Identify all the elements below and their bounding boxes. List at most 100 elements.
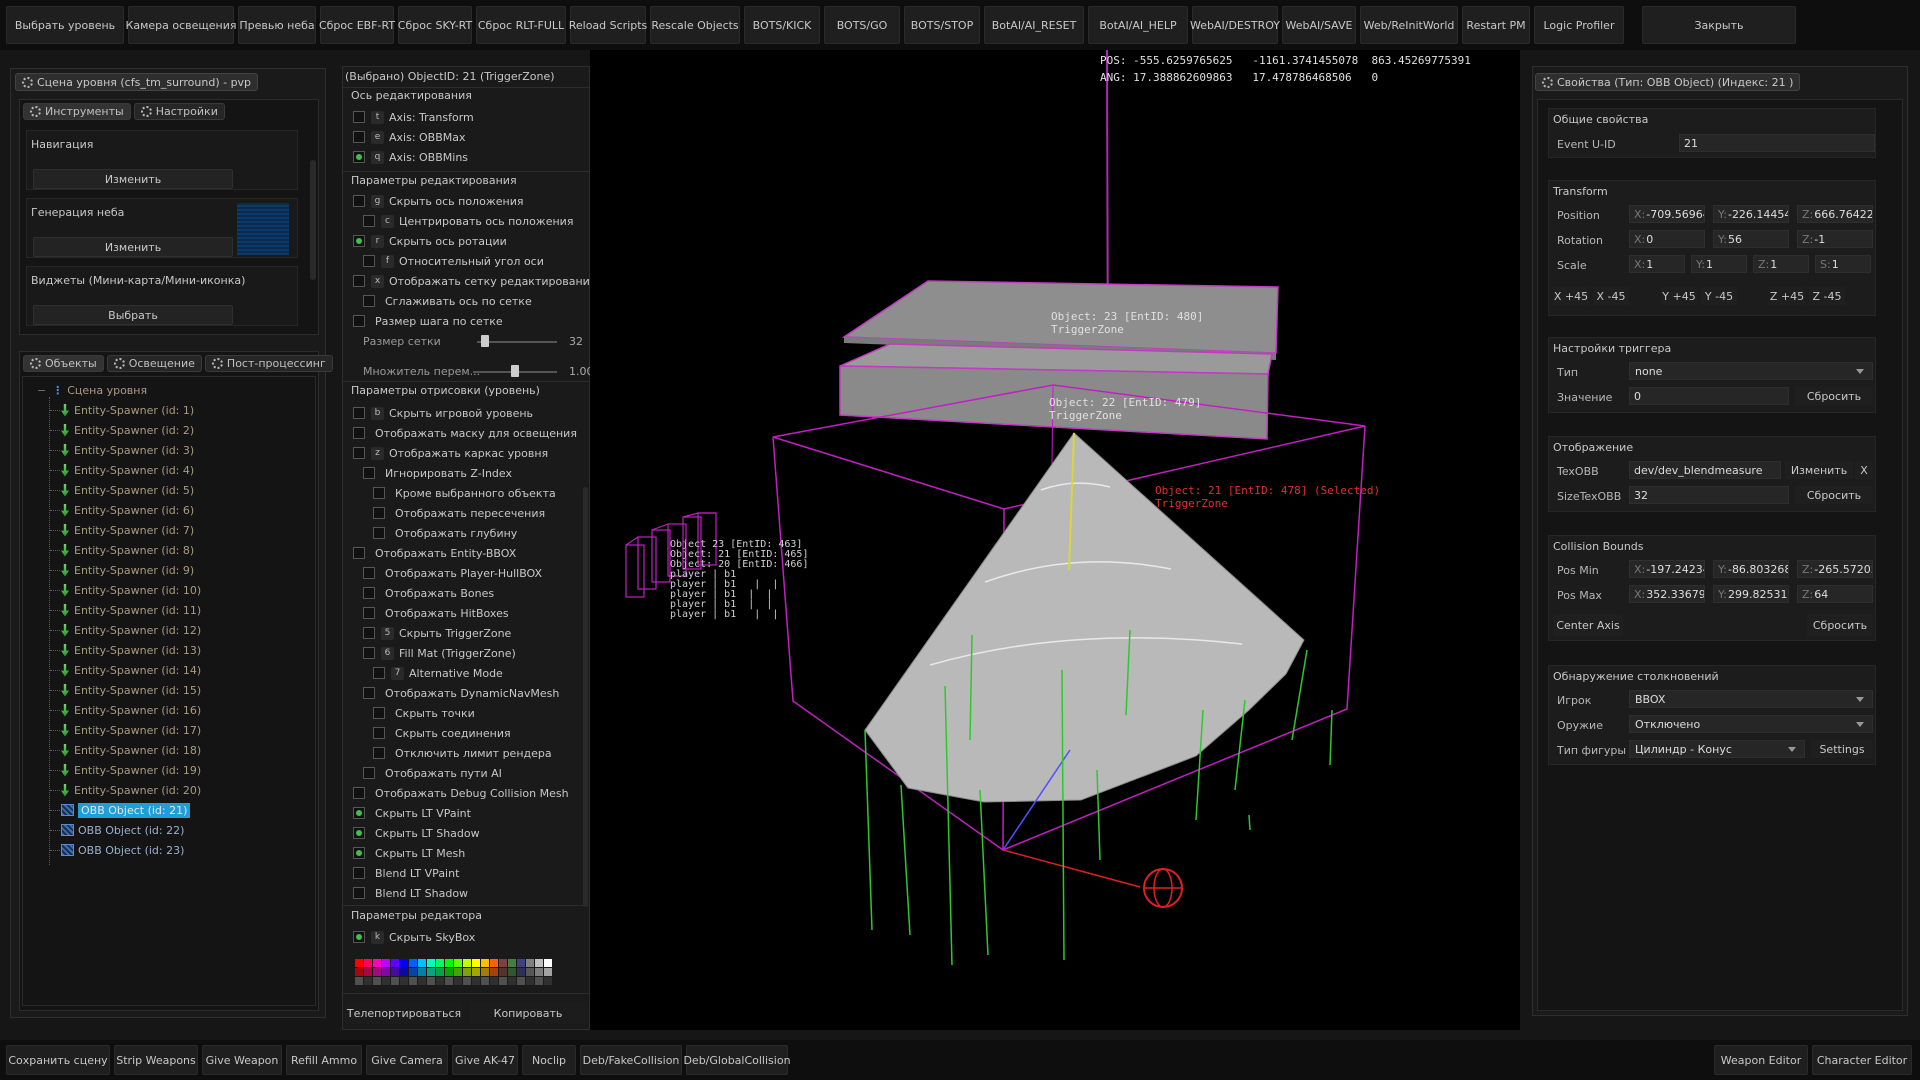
- tree-item-entity-spawner[interactable]: Entity-Spawner (id: 1): [61, 401, 194, 419]
- palette-swatch[interactable]: [373, 968, 381, 976]
- checkbox[interactable]: [353, 235, 365, 247]
- checkbox[interactable]: [353, 275, 365, 287]
- toolbar-button-камера-освещения[interactable]: Камера освещения: [126, 6, 236, 44]
- close-button[interactable]: Закрыть: [1642, 6, 1796, 44]
- tree-item-obb-object[interactable]: OBB Object (id: 23): [61, 841, 184, 859]
- option-fill-mat-triggerzone[interactable]: 6 Fill Mat (TriggerZone): [363, 645, 516, 661]
- toolbar-button-webai-save[interactable]: WebAI/SAVE: [1282, 6, 1356, 44]
- palette-swatch[interactable]: [409, 959, 417, 967]
- toolbar-button-webai-destroy[interactable]: WebAI/DESTROY: [1190, 6, 1280, 44]
- toolbar-button-сброс-ebf-rt[interactable]: Сброс EBF-RT: [319, 6, 395, 44]
- palette-swatch[interactable]: [490, 959, 498, 967]
- toolbar-button-выбрать-уровень[interactable]: Выбрать уровень: [6, 6, 124, 44]
- tree-item-entity-spawner[interactable]: Entity-Spawner (id: 2): [61, 421, 194, 439]
- multiplier-slider-thumb[interactable]: [511, 365, 519, 377]
- checkbox[interactable]: [363, 567, 375, 579]
- palette-swatch[interactable]: [490, 968, 498, 976]
- option-размер-шага-по-сетке[interactable]: Размер шага по сетке: [353, 313, 503, 329]
- tab-tools[interactable]: Инструменты: [23, 103, 131, 120]
- bottom-button-deb-fakecollision[interactable]: Deb/FakeCollision: [580, 1045, 682, 1075]
- palette-swatch[interactable]: [364, 968, 372, 976]
- checkbox[interactable]: [353, 847, 365, 859]
- option-отображать-сетку-редактирования[interactable]: x Отображать сетку редактирования: [353, 273, 596, 289]
- center-axis-button[interactable]: Center Axis: [1553, 614, 1623, 636]
- bottom-button-character-editor[interactable]: Character Editor: [1812, 1045, 1912, 1075]
- option-относительный-угол-оси[interactable]: f Относительный угол оси: [363, 253, 544, 269]
- tex-obb-field[interactable]: dev/dev_blendmeasure: [1629, 461, 1781, 479]
- pos-max-x-field[interactable]: X:352.336791: [1629, 585, 1705, 603]
- checkbox[interactable]: [363, 587, 375, 599]
- tex-obb-change-button[interactable]: Изменить: [1785, 461, 1853, 479]
- palette-swatch[interactable]: [481, 968, 489, 976]
- checkbox[interactable]: [363, 607, 375, 619]
- option-отключить-лимит-рендера[interactable]: Отключить лимит рендера: [373, 745, 552, 761]
- checkbox[interactable]: [353, 827, 365, 839]
- rotation-y-field[interactable]: Y: 56: [1713, 230, 1789, 248]
- tree-item-obb-object[interactable]: OBB Object (id: 22): [61, 821, 184, 839]
- palette-swatch[interactable]: [472, 968, 480, 976]
- size-reset-button[interactable]: Сбросить: [1795, 486, 1873, 504]
- bottom-button-refill-ammo[interactable]: Refill Ammo: [286, 1045, 362, 1075]
- palette-swatch[interactable]: [463, 959, 471, 967]
- palette-swatch[interactable]: [427, 968, 435, 976]
- toolbar-button-restart-pm[interactable]: Restart PM: [1462, 6, 1530, 44]
- tree-item-entity-spawner[interactable]: Entity-Spawner (id: 18): [61, 741, 201, 759]
- bottom-button-strip-weapons[interactable]: Strip Weapons: [114, 1045, 198, 1075]
- option-скрыть-ось-положения[interactable]: g Скрыть ось положения: [353, 193, 523, 209]
- tree-item-entity-spawner[interactable]: Entity-Spawner (id: 19): [61, 761, 201, 779]
- palette-swatch[interactable]: [508, 968, 516, 976]
- tree-item-entity-spawner[interactable]: Entity-Spawner (id: 6): [61, 501, 194, 519]
- option-отображать-entity-bbox[interactable]: Отображать Entity-BBOX: [353, 545, 516, 561]
- palette-swatch[interactable]: [535, 959, 543, 967]
- toolbar-button-bots-kick[interactable]: BOTS/KICK: [744, 6, 820, 44]
- toolbar-button-bots-go[interactable]: BOTS/GO: [824, 6, 900, 44]
- shape-settings-button[interactable]: Settings: [1811, 740, 1873, 758]
- bottom-button-сохранить-сцену[interactable]: Сохранить сцену: [6, 1045, 110, 1075]
- toolbar-button-reload-scripts[interactable]: Reload Scripts: [569, 6, 647, 44]
- trigger-type-dropdown[interactable]: none: [1629, 362, 1873, 380]
- checkbox[interactable]: [373, 527, 385, 539]
- checkbox[interactable]: [353, 547, 365, 559]
- shape-type-dropdown[interactable]: Цилиндр - Конус: [1629, 740, 1805, 758]
- toolbar-button-rescale-objects[interactable]: Rescale Objects: [650, 6, 740, 44]
- palette-swatch[interactable]: [499, 968, 507, 976]
- palette-swatch[interactable]: [382, 977, 390, 985]
- palette-swatch[interactable]: [517, 959, 525, 967]
- palette-swatch[interactable]: [436, 959, 444, 967]
- bottom-button-give-camera[interactable]: Give Camera: [366, 1045, 448, 1075]
- bottom-button-give-weapon[interactable]: Give Weapon: [202, 1045, 282, 1075]
- option-центрировать-ось-положения[interactable]: c Центрировать ось положения: [363, 213, 573, 229]
- palette-swatch[interactable]: [364, 977, 372, 985]
- tab-lighting[interactable]: Освещение: [106, 355, 202, 372]
- option-кроме-выбранного-объекта[interactable]: Кроме выбранного объекта: [373, 485, 556, 501]
- option-отображать-debug-collision-mesh[interactable]: Отображать Debug Collision Mesh: [353, 785, 569, 801]
- palette-swatch[interactable]: [490, 977, 498, 985]
- toolbar-button-превью-неба[interactable]: Превью неба: [238, 6, 316, 44]
- scale-z-field[interactable]: Z: 1: [1753, 255, 1809, 273]
- checkbox[interactable]: [353, 807, 365, 819]
- palette-swatch[interactable]: [364, 959, 372, 967]
- pos-min-z-field[interactable]: Z:-265.572052: [1797, 560, 1873, 578]
- palette-swatch[interactable]: [526, 959, 534, 967]
- tree-item-entity-spawner[interactable]: Entity-Spawner (id: 11): [61, 601, 201, 619]
- checkbox[interactable]: [353, 131, 365, 143]
- palette-swatch[interactable]: [472, 977, 480, 985]
- option-alternative-mode[interactable]: 7 Alternative Mode: [373, 665, 503, 681]
- palette-swatch[interactable]: [454, 968, 462, 976]
- option-axis-obbmax[interactable]: e Axis: OBBMax: [353, 129, 466, 145]
- option-отображать-dynamicnavmesh[interactable]: Отображать DynamicNavMesh: [363, 685, 559, 701]
- checkbox[interactable]: [363, 627, 375, 639]
- tree-item-entity-spawner[interactable]: Entity-Spawner (id: 17): [61, 721, 201, 739]
- option-отображать-пересечения[interactable]: Отображать пересечения: [373, 505, 545, 521]
- checkbox[interactable]: [353, 195, 365, 207]
- tree-item-entity-spawner[interactable]: Entity-Spawner (id: 10): [61, 581, 201, 599]
- toolbar-button-logic-profiler[interactable]: Logic Profiler: [1534, 6, 1624, 44]
- palette-swatch[interactable]: [400, 959, 408, 967]
- rotate-y-minus-45-button[interactable]: Y -45: [1701, 287, 1737, 305]
- palette-swatch[interactable]: [382, 968, 390, 976]
- option-скрыть-lt-vpaint[interactable]: Скрыть LT VPaint: [353, 805, 471, 821]
- checkbox[interactable]: [353, 867, 365, 879]
- 3d-viewport[interactable]: POS: -555.6259765625 -1161.3741455078 86…: [590, 50, 1520, 1030]
- checkbox[interactable]: [353, 447, 365, 459]
- option-сглаживать-ось-по-сетке[interactable]: Сглаживать ось по сетке: [363, 293, 532, 309]
